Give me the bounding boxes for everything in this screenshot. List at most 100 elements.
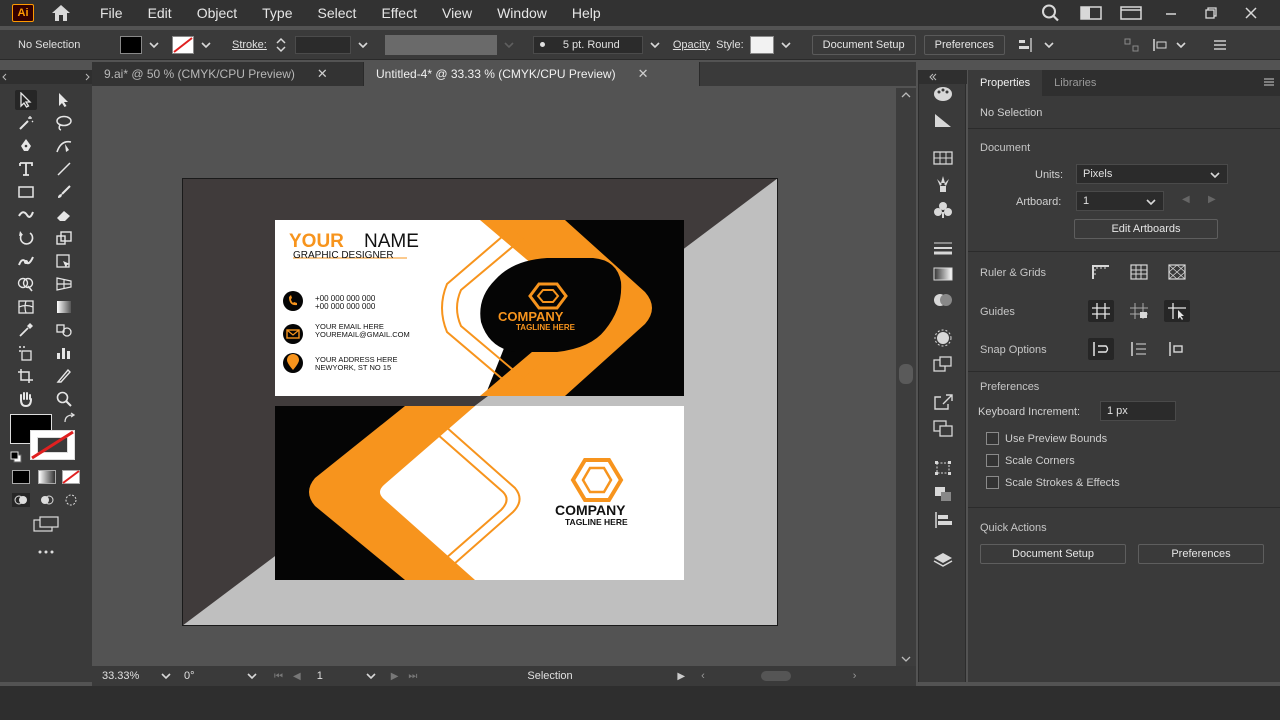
mesh-tool-icon[interactable]: [15, 297, 37, 317]
color-guide-icon[interactable]: [931, 110, 955, 130]
scale-strokes-option[interactable]: Scale Strokes & Effects: [986, 476, 1120, 489]
chevron-down-icon[interactable]: [1043, 39, 1055, 51]
more-tools-icon[interactable]: [36, 544, 56, 554]
fill-swatch[interactable]: [120, 35, 142, 54]
rectangle-tool-icon[interactable]: [15, 182, 37, 202]
chevron-down-icon[interactable]: [365, 670, 377, 682]
slice-tool-icon[interactable]: [53, 366, 75, 386]
transparency-icon[interactable]: [931, 290, 955, 310]
magic-wand-tool-icon[interactable]: [15, 113, 37, 133]
menu-file[interactable]: File: [100, 5, 123, 21]
brushes-icon[interactable]: [931, 174, 955, 194]
eyedropper-tool-icon[interactable]: [15, 320, 37, 340]
pen-tool-icon[interactable]: [15, 136, 37, 156]
use-preview-bounds-checkbox[interactable]: [986, 432, 999, 445]
chevron-down-icon[interactable]: [357, 39, 369, 51]
stroke-swatch[interactable]: [172, 35, 194, 54]
stepper-icon[interactable]: [275, 37, 287, 53]
menu-select[interactable]: Select: [318, 5, 357, 21]
swatches-icon[interactable]: [931, 148, 955, 168]
brush-definition-field[interactable]: 5 pt. Round: [532, 35, 643, 54]
panel-menu-icon[interactable]: [1262, 76, 1276, 91]
rotate-tool-icon[interactable]: [15, 228, 37, 248]
search-icon[interactable]: [1040, 4, 1062, 22]
menu-window[interactable]: Window: [497, 5, 547, 21]
symbols-icon[interactable]: [931, 200, 955, 220]
previous-artboard-icon[interactable]: ◀: [1182, 194, 1190, 205]
draw-inside-icon[interactable]: [62, 493, 80, 507]
rotation-value[interactable]: 0°: [184, 670, 242, 682]
close-icon[interactable]: ✕: [638, 66, 649, 82]
scroll-left-icon[interactable]: ‹: [701, 670, 705, 682]
menu-effect[interactable]: Effect: [381, 5, 417, 21]
stroke-panel-icon[interactable]: [931, 238, 955, 258]
shape-builder-tool-icon[interactable]: [15, 274, 37, 294]
show-guides-icon[interactable]: [1088, 300, 1114, 322]
color-panel-icon[interactable]: [931, 84, 955, 104]
lock-guides-icon[interactable]: [1126, 300, 1152, 322]
menu-help[interactable]: Help: [572, 5, 601, 21]
stroke-color-swatch[interactable]: [30, 430, 75, 460]
stroke-weight-field[interactable]: [294, 35, 351, 54]
home-icon[interactable]: [50, 3, 72, 23]
chevron-down-icon[interactable]: [148, 39, 160, 51]
document-setup-button[interactable]: Document Setup: [811, 34, 916, 55]
menu-view[interactable]: View: [442, 5, 472, 21]
chevron-down-icon[interactable]: [200, 39, 212, 51]
transform-icon[interactable]: [1123, 37, 1141, 53]
canvas-area[interactable]: YOUR NAME GRAPHIC DESIGNER +00 000 000 0…: [96, 88, 896, 666]
next-artboard-icon[interactable]: ▶: [1208, 194, 1216, 205]
business-card-front[interactable]: YOUR NAME GRAPHIC DESIGNER +00 000 000 0…: [275, 220, 684, 396]
blend-tool-icon[interactable]: [53, 320, 75, 340]
status-menu-icon[interactable]: ▶: [677, 671, 685, 682]
horizontal-scroll-thumb[interactable]: [760, 671, 791, 681]
align-icon[interactable]: [1017, 37, 1037, 53]
appearance-icon[interactable]: [931, 328, 955, 348]
type-tool-icon[interactable]: [15, 159, 37, 179]
close-icon[interactable]: ✕: [317, 66, 328, 82]
menu-type[interactable]: Type: [262, 5, 292, 21]
menu-edit[interactable]: Edit: [148, 5, 172, 21]
vertical-scrollbar[interactable]: [896, 88, 916, 666]
tab-untitled-4[interactable]: Untitled-4* @ 33.33 % (CMYK/CPU Preview)…: [364, 62, 700, 86]
rulers-icon[interactable]: [1088, 261, 1114, 283]
zoom-tool-icon[interactable]: [53, 389, 75, 409]
graphic-styles-icon[interactable]: [931, 354, 955, 374]
minimize-icon[interactable]: [1160, 4, 1182, 22]
shaper-tool-icon[interactable]: [15, 205, 37, 225]
scale-corners-option[interactable]: Scale Corners: [986, 454, 1075, 467]
artboards-panel-icon[interactable]: [931, 418, 955, 438]
draw-behind-icon[interactable]: [38, 493, 56, 507]
last-artboard-icon[interactable]: ⏭: [408, 671, 417, 682]
default-fill-stroke-icon[interactable]: [10, 450, 22, 463]
chevron-down-icon[interactable]: [1175, 39, 1187, 51]
paintbrush-tool-icon[interactable]: [53, 182, 75, 202]
snap-to-point-icon[interactable]: [1088, 338, 1114, 360]
artboard-number[interactable]: 1: [317, 670, 361, 682]
chevron-down-icon[interactable]: [649, 39, 661, 51]
zoom-level[interactable]: 33.33%: [102, 670, 154, 682]
screen-mode-icon[interactable]: [32, 516, 60, 532]
transparency-grid-icon[interactable]: [1164, 261, 1190, 283]
curvature-tool-icon[interactable]: [53, 136, 75, 156]
restore-icon[interactable]: [1200, 4, 1222, 22]
warp-tool-icon[interactable]: [15, 251, 37, 271]
perspective-grid-tool-icon[interactable]: [53, 274, 75, 294]
transform-panel-icon[interactable]: [931, 458, 955, 478]
chevron-down-icon[interactable]: [780, 39, 792, 51]
draw-normal-icon[interactable]: [12, 493, 30, 507]
workspace-icon[interactable]: [1080, 4, 1102, 22]
style-swatch[interactable]: [749, 35, 774, 54]
preferences-button[interactable]: Preferences: [923, 34, 1005, 55]
opacity-label[interactable]: Opacity: [673, 39, 710, 51]
column-graph-tool-icon[interactable]: [53, 343, 75, 363]
use-preview-bounds-option[interactable]: Use Preview Bounds: [986, 432, 1107, 445]
direct-selection-tool-icon[interactable]: [53, 90, 75, 110]
gradient-tool-icon[interactable]: [53, 297, 75, 317]
chevron-up-icon[interactable]: [900, 90, 912, 100]
scale-corners-checkbox[interactable]: [986, 454, 999, 467]
panel-menu-icon[interactable]: [1211, 37, 1229, 53]
snap-to-pixel-icon[interactable]: [1164, 338, 1190, 360]
export-icon[interactable]: [931, 392, 955, 412]
snap-icon[interactable]: [1151, 37, 1169, 53]
